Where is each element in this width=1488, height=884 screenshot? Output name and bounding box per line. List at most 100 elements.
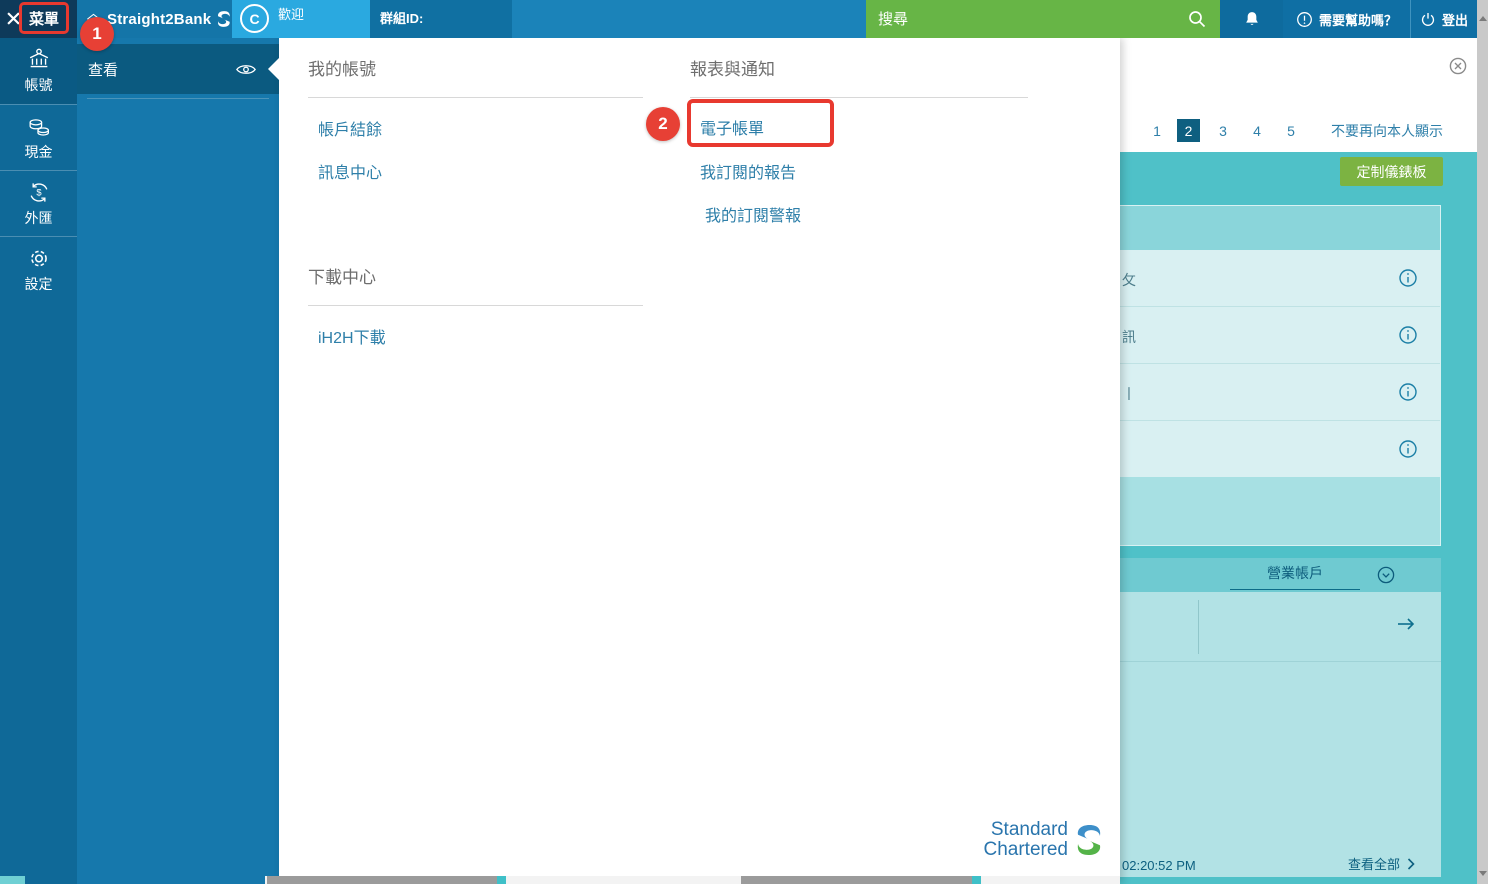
widget-row[interactable] — [1119, 421, 1440, 478]
eye-icon — [235, 62, 257, 77]
logo-text-line2: Chartered — [984, 840, 1069, 860]
info-icon[interactable] — [1398, 382, 1418, 402]
last-updated-timestamp: 02:20:52 PM — [1122, 858, 1196, 873]
rail-item-label: 現金 — [25, 142, 53, 162]
row-label-fragment: 訊 — [1122, 327, 1136, 347]
dashboard-widget-summary: 攵 訊 丨 — [1118, 205, 1441, 546]
widget-header-band — [1119, 206, 1440, 250]
group-id-label: 群組ID: — [370, 0, 512, 38]
logout-label: 登出 — [1442, 10, 1468, 29]
scroll-up-arrow[interactable] — [1479, 16, 1487, 21]
power-icon — [1420, 11, 1436, 27]
help-label: 需要幫助嗎？ — [1319, 10, 1397, 29]
logo-text-line1: Standard — [984, 820, 1069, 840]
chevron-right-icon — [1407, 858, 1415, 870]
menu-item-ih2h-download[interactable]: iH2H下載 — [318, 324, 386, 348]
widget-row[interactable]: 丨 — [1119, 364, 1440, 421]
close-icon[interactable] — [1449, 57, 1467, 75]
left-navigation-rail: 帳號 現金 $ 外匯 設定 — [0, 38, 77, 884]
app-window: 1 2 3 4 5 不要再向本人顯示 定制儀錶板 攵 訊 — [0, 0, 1488, 884]
dismiss-link[interactable]: 不要再向本人顯示 — [1331, 120, 1443, 142]
menu-item-account-balance[interactable]: 帳戶結餘 — [318, 116, 382, 140]
view-panel: 查看 — [77, 38, 279, 884]
search-input[interactable] — [876, 0, 1176, 38]
view-panel-header[interactable]: 查看 — [77, 44, 279, 94]
rail-item-settings[interactable]: 設定 — [0, 236, 77, 302]
dashboard-widget-accounts: 營業帳戶 02:20:52 PM — [1118, 558, 1441, 877]
notifications-button[interactable] — [1220, 0, 1283, 38]
scroll-down-arrow[interactable] — [1479, 871, 1487, 876]
section-title-reports-notifications: 報表與通知 — [690, 55, 775, 80]
info-icon[interactable] — [1398, 325, 1418, 345]
widget-footer-band — [1119, 477, 1440, 545]
section-title-my-accounts: 我的帳號 — [308, 55, 376, 80]
customize-dashboard-button[interactable]: 定制儀錶板 — [1340, 157, 1443, 186]
brand-name: Straight2Bank — [107, 11, 211, 28]
coins-icon — [26, 114, 52, 139]
vertical-scrollbar[interactable] — [1477, 0, 1488, 884]
view-panel-title: 查看 — [88, 59, 235, 80]
widget-body — [1118, 592, 1441, 662]
search-icon[interactable] — [1187, 9, 1207, 29]
trustmark-icon — [1074, 822, 1104, 858]
divider — [308, 97, 643, 98]
horizontal-scrollbar-thumb[interactable] — [267, 876, 497, 884]
search-bar[interactable] — [866, 0, 1220, 38]
rail-item-label: 外匯 — [25, 208, 53, 228]
panel-arrow-notch — [268, 58, 279, 80]
svg-text:$: $ — [36, 187, 42, 197]
divider — [690, 97, 1028, 98]
page-number-5[interactable]: 5 — [1284, 120, 1298, 142]
row-label-fragment: 攵 — [1122, 270, 1136, 290]
trustmark-icon — [216, 7, 232, 31]
page-number-2-active[interactable]: 2 — [1177, 119, 1200, 142]
rail-item-fx[interactable]: $ 外匯 — [0, 170, 77, 236]
menu-segment: 菜單 — [0, 0, 77, 38]
rail-item-label: 帳號 — [25, 75, 53, 95]
scrollbar-cap — [972, 876, 981, 884]
step-badge-1: 1 — [80, 17, 114, 51]
info-icon[interactable] — [1398, 439, 1418, 459]
top-bar-spacer — [512, 0, 866, 38]
top-bar: 菜單 Straight2Bank C 歡迎 群組ID: — [0, 0, 1477, 38]
view-all-label: 查看全部 — [1348, 854, 1400, 873]
menu-item-message-center[interactable]: 訊息中心 — [318, 159, 382, 183]
fx-icon: $ — [26, 180, 52, 205]
user-segment[interactable]: C 歡迎 — [232, 0, 370, 38]
widget-row[interactable]: 攵 — [1119, 250, 1440, 307]
divider — [308, 305, 643, 306]
rail-item-accounts[interactable]: 帳號 — [0, 38, 77, 104]
horizontal-scrollbar-thumb[interactable] — [741, 876, 972, 884]
account-type-dropdown[interactable]: 營業帳戶 — [1230, 563, 1360, 590]
page-number-1[interactable]: 1 — [1150, 120, 1164, 142]
bell-icon — [1242, 9, 1262, 30]
section-title-download-center: 下載中心 — [308, 263, 376, 288]
rail-item-cash[interactable]: 現金 — [0, 104, 77, 170]
help-button[interactable]: 需要幫助嗎？ — [1283, 0, 1410, 38]
menu-item-subscribed-reports[interactable]: 我訂閱的報告 — [700, 159, 796, 183]
dashboard-background: 1 2 3 4 5 不要再向本人顯示 定制儀錶板 攵 訊 — [1120, 38, 1477, 884]
menu-item-estatement[interactable]: 電子帳單 — [700, 115, 764, 139]
avatar[interactable]: C — [240, 4, 269, 33]
horizontal-scrollbar-strip — [0, 876, 1477, 884]
step-badge-2: 2 — [646, 107, 680, 141]
row-label-fragment: 丨 — [1122, 384, 1136, 404]
widget-row[interactable]: 訊 — [1119, 307, 1440, 364]
page-number-4[interactable]: 4 — [1250, 120, 1264, 142]
logout-button[interactable]: 登出 — [1410, 0, 1477, 38]
menu-button[interactable]: 菜單 — [19, 2, 69, 34]
scroll-corner — [0, 876, 25, 884]
welcome-label: 歡迎 — [278, 4, 304, 23]
info-icon[interactable] — [1398, 268, 1418, 288]
divider — [87, 98, 269, 99]
scrollbar-cap — [497, 876, 506, 884]
arrow-right-icon[interactable] — [1395, 614, 1417, 634]
menu-item-subscription-alerts[interactable]: 我的訂閱警報 — [705, 202, 801, 226]
bank-icon — [26, 47, 52, 72]
chevron-down-circle-icon[interactable] — [1376, 565, 1396, 585]
view-all-link[interactable]: 查看全部 — [1348, 854, 1415, 873]
rail-item-label: 設定 — [25, 274, 53, 294]
divider — [1198, 600, 1199, 654]
page-number-3[interactable]: 3 — [1216, 120, 1230, 142]
exclamation-circle-icon — [1296, 11, 1313, 28]
